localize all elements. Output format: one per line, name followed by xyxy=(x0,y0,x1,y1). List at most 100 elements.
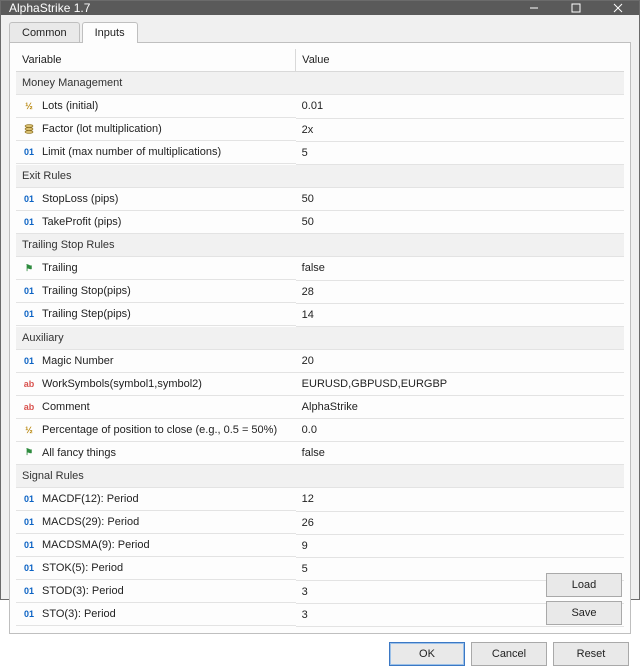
integer-icon: 01 xyxy=(22,515,36,529)
parameter-name-cell: 01 STOK(5): Period xyxy=(16,557,296,580)
fraction-icon: ½ xyxy=(22,423,36,437)
section-header: Money Management xyxy=(16,72,624,95)
parameter-row[interactable]: ⚑Trailingfalse xyxy=(16,257,624,281)
section-header: Trailing Stop Rules xyxy=(16,234,624,257)
parameter-value[interactable]: 50 xyxy=(296,211,624,234)
parameter-row[interactable]: 01STO(3): Period3 xyxy=(16,603,624,626)
parameter-row[interactable]: 01MACDF(12): Period12 xyxy=(16,488,624,512)
tab-common[interactable]: Common xyxy=(9,22,80,43)
parameter-name: STOK(5): Period xyxy=(42,562,123,574)
integer-icon: 01 xyxy=(22,607,36,621)
section-header: Signal Rules xyxy=(16,465,624,488)
parameter-name: Trailing Step(pips) xyxy=(42,308,131,320)
parameter-value[interactable]: 50 xyxy=(296,187,624,211)
parameter-row[interactable]: ab Comment AlphaStrike xyxy=(16,396,624,419)
integer-icon: 01 xyxy=(22,192,36,206)
section-label: Signal Rules xyxy=(16,465,624,488)
parameter-value[interactable]: EURUSD,GBPUSD,EURGBP xyxy=(296,373,624,396)
integer-icon: 01 xyxy=(22,354,36,368)
parameter-value[interactable]: 12 xyxy=(296,488,624,512)
ok-button[interactable]: OK xyxy=(389,642,465,666)
parameter-name: Comment xyxy=(42,401,90,413)
integer-icon: 01 xyxy=(22,284,36,298)
parameter-name-cell: Factor (lot multiplication) xyxy=(16,118,296,141)
string-icon: ab xyxy=(22,377,36,391)
parameter-value[interactable]: 28 xyxy=(296,280,624,303)
close-button[interactable] xyxy=(597,1,639,15)
parameter-value[interactable]: false xyxy=(296,257,624,281)
parameter-row[interactable]: 01 StopLoss (pips) 50 xyxy=(16,187,624,211)
fraction-icon: ½ xyxy=(22,99,36,113)
parameter-row[interactable]: ab WorkSymbols(symbol1,symbol2) EURUSD,GBP… xyxy=(16,373,624,396)
integer-icon: 01 xyxy=(22,561,36,575)
parameter-name-cell: ½Percentage of position to close (e.g., … xyxy=(16,419,296,442)
parameter-row[interactable]: 01TakeProfit (pips)50 xyxy=(16,211,624,234)
save-button[interactable]: Save xyxy=(546,601,622,625)
integer-icon: 01 xyxy=(22,584,36,598)
parameter-name-cell: ab Comment xyxy=(16,396,296,419)
parameter-value[interactable]: 0.0 xyxy=(296,419,624,442)
parameter-row[interactable]: 01 Trailing Stop(pips) 28 xyxy=(16,280,624,303)
section-header: Exit Rules xyxy=(16,164,624,187)
parameter-name-cell: 01Trailing Step(pips) xyxy=(16,303,296,326)
parameter-value[interactable]: 0.01 xyxy=(296,95,624,119)
stack-icon xyxy=(22,122,36,136)
tab-panel-inputs: Variable Value Money Management½Lots (in… xyxy=(9,42,631,634)
parameter-name: Trailing Stop(pips) xyxy=(42,285,131,297)
parameter-name: MACDS(29): Period xyxy=(42,516,139,528)
parameter-row[interactable]: 01 MACDS(29): Period 26 xyxy=(16,511,624,534)
cancel-button[interactable]: Cancel xyxy=(471,642,547,666)
parameter-name: Limit (max number of multiplications) xyxy=(42,146,221,158)
parameter-name-cell: 01 MACDS(29): Period xyxy=(16,511,296,534)
parameter-row[interactable]: 01 MACDSMA(9): Period 9 xyxy=(16,534,624,557)
tab-strip: Common Inputs xyxy=(1,15,639,42)
parameter-name-cell: 01 Trailing Stop(pips) xyxy=(16,280,296,303)
parameter-name-cell: 01 StopLoss (pips) xyxy=(16,188,296,211)
maximize-button[interactable] xyxy=(555,1,597,15)
minimize-button[interactable] xyxy=(513,1,555,15)
parameter-name: MACDSMA(9): Period xyxy=(42,539,150,551)
parameter-value[interactable]: false xyxy=(296,442,624,465)
parameter-name: All fancy things xyxy=(42,447,116,459)
parameter-row[interactable]: 01STOK(5): Period5 xyxy=(16,557,624,580)
parameter-name: StopLoss (pips) xyxy=(42,193,118,205)
load-button[interactable]: Load xyxy=(546,573,622,597)
parameter-row[interactable]: ½Lots (initial)0.01 xyxy=(16,95,624,119)
parameter-name-cell: ⚑ All fancy things xyxy=(16,442,296,465)
parameter-name: WorkSymbols(symbol1,symbol2) xyxy=(42,378,202,390)
parameter-name-cell: ½Lots (initial) xyxy=(16,95,296,118)
parameter-row[interactable]: Factor (lot multiplication)2x xyxy=(16,118,624,141)
parameter-value[interactable]: 5 xyxy=(296,141,624,164)
parameter-value[interactable]: 2x xyxy=(296,118,624,141)
parameter-name: Magic Number xyxy=(42,355,114,367)
section-label: Money Management xyxy=(16,72,624,95)
tab-inputs[interactable]: Inputs xyxy=(82,22,138,43)
parameter-name-cell: ⚑Trailing xyxy=(16,257,296,280)
parameter-name: Trailing xyxy=(42,262,78,274)
parameter-value[interactable]: 26 xyxy=(296,511,624,534)
section-label: Auxiliary xyxy=(16,326,624,349)
parameter-value[interactable]: 9 xyxy=(296,534,624,557)
parameter-value[interactable]: 14 xyxy=(296,303,624,326)
parameter-name-cell: ab WorkSymbols(symbol1,symbol2) xyxy=(16,373,296,396)
parameters-grid[interactable]: Variable Value Money Management½Lots (in… xyxy=(10,43,630,633)
integer-icon: 01 xyxy=(22,538,36,552)
parameter-value[interactable]: AlphaStrike xyxy=(296,396,624,419)
bool-icon: ⚑ xyxy=(22,446,36,460)
parameter-row[interactable]: 01 Limit (max number of multiplications) 5 xyxy=(16,141,624,164)
string-icon: ab xyxy=(22,400,36,414)
reset-button[interactable]: Reset xyxy=(553,642,629,666)
parameter-name-cell: 01 MACDSMA(9): Period xyxy=(16,534,296,557)
column-header-variable[interactable]: Variable xyxy=(16,49,296,72)
column-header-value[interactable]: Value xyxy=(296,49,624,72)
parameter-row[interactable]: 01Trailing Step(pips)14 xyxy=(16,303,624,326)
titlebar: AlphaStrike 1.7 xyxy=(1,1,639,15)
parameter-value[interactable]: 20 xyxy=(296,349,624,373)
parameter-row[interactable]: ½Percentage of position to close (e.g., … xyxy=(16,419,624,442)
parameter-name-cell: 01STO(3): Period xyxy=(16,603,296,626)
integer-icon: 01 xyxy=(22,145,36,159)
parameter-row[interactable]: ⚑ All fancy things false xyxy=(16,442,624,465)
parameter-name: STOD(3): Period xyxy=(42,585,124,597)
dialog-window: AlphaStrike 1.7 Common Inputs Variable V… xyxy=(0,0,640,600)
parameter-row[interactable]: 01 Magic Number 20 xyxy=(16,349,624,373)
